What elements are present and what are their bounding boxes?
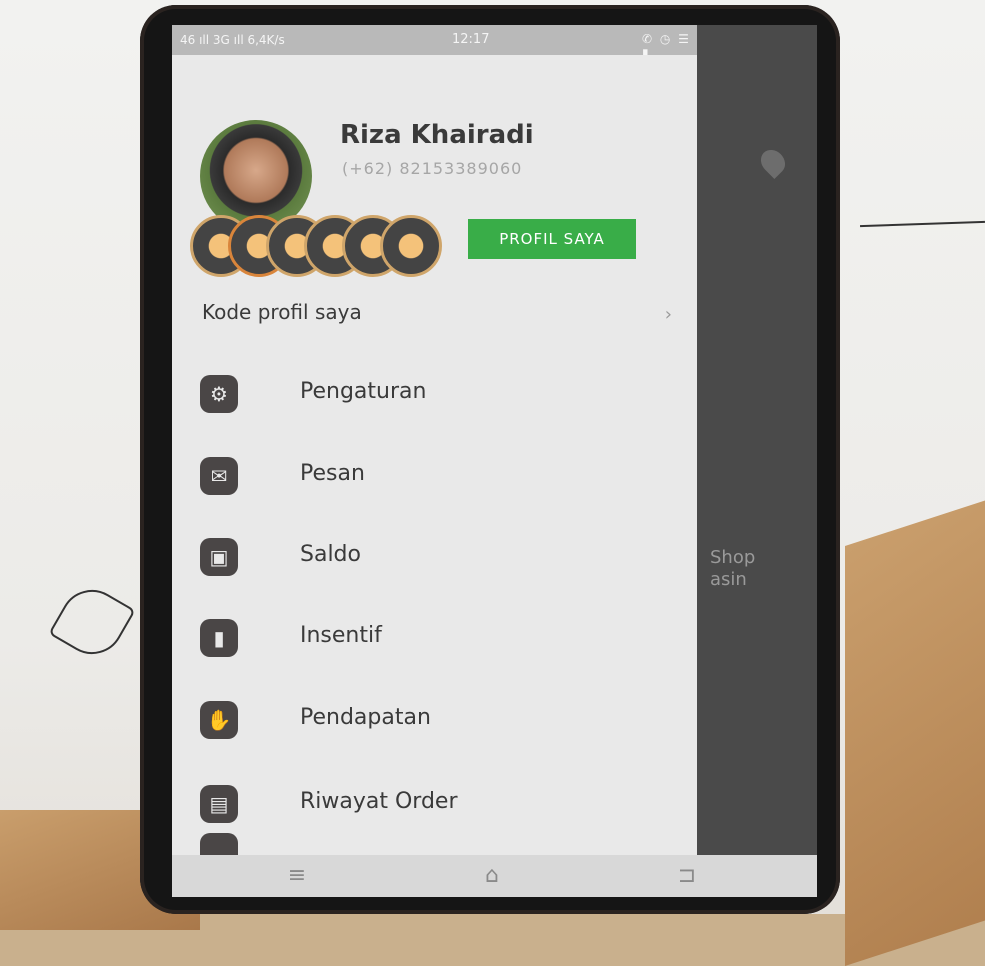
kode-profil-label: Kode profil saya [202,300,362,324]
home-icon[interactable]: ⌂ [472,863,512,888]
chevron-right-icon: › [664,304,672,325]
menu-item-pendapatan[interactable]: ✋ Pendapatan [200,693,670,749]
badge-row[interactable] [190,215,450,277]
menu-item-pengaturan[interactable]: ⚙ Pengaturan [200,367,670,423]
map-label-shop: Shop [710,547,756,568]
phone-screen: Shop asin 46 ıll 3G ıll 6,4K/s 12:17 ✆ ◷… [172,25,817,897]
mail-icon: ✉ [200,457,238,495]
profile-phone: (+62) 82153389060 [342,159,523,178]
partial-menu-icon [200,833,238,855]
badge-icon [380,215,442,277]
bar-chart-icon: ▮ [200,619,238,657]
wood-surface [845,494,985,966]
gear-icon: ⚙ [200,375,238,413]
status-signal: 46 ıll 3G ıll 6,4K/s [180,33,285,47]
menu-icon[interactable]: ≡ [277,863,317,888]
menu-item-label: Pesan [300,461,365,486]
back-icon[interactable]: ⊐ [667,863,707,888]
status-time: 12:17 [452,32,490,47]
map-label-asin: asin [710,569,747,590]
hand-money-icon: ✋ [200,701,238,739]
map-view[interactable] [697,25,817,855]
menu-item-label: Pengaturan [300,379,427,404]
status-bar: 46 ıll 3G ıll 6,4K/s 12:17 ✆ ◷ ☰ ▮ [172,25,697,60]
menu-item-saldo[interactable]: ▣ Saldo [200,530,670,586]
wallet-icon: ▣ [200,538,238,576]
menu-item-label: Riwayat Order [300,789,458,814]
profile-name: Riza Khairadi [340,120,534,150]
nav-drawer: Riza Khairadi (+62) 82153389060 PROFIL S… [172,55,697,855]
kode-profil-row[interactable]: Kode profil saya › [202,300,672,344]
menu-item-label: Saldo [300,542,361,567]
briefcase-icon: ▤ [200,785,238,823]
profil-saya-button[interactable]: PROFIL SAYA [468,219,636,259]
menu-item-pesan[interactable]: ✉ Pesan [200,449,670,505]
menu-item-riwayat-order[interactable]: ▤ Riwayat Order [200,777,670,833]
menu-item-label: Pendapatan [300,705,431,730]
system-nav-bar: ≡ ⌂ ⊐ [172,855,817,897]
menu-item-insentif[interactable]: ▮ Insentif [200,611,670,667]
menu-item-label: Insentif [300,623,382,648]
